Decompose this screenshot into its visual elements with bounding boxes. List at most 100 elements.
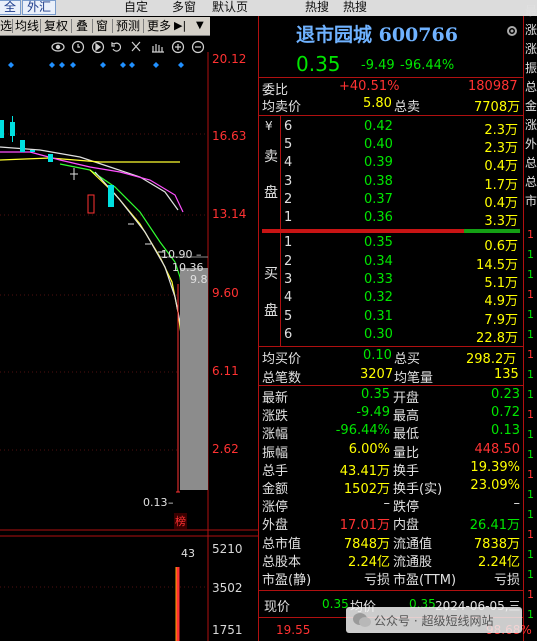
wechat-icon <box>353 613 371 627</box>
stat-value: 0.35 <box>361 387 390 402</box>
stat-label: 涨停 <box>262 500 289 516</box>
side-strip-number: 1 <box>527 328 534 341</box>
stat-label: 总市值 <box>262 536 302 552</box>
hand-icon <box>152 44 164 53</box>
level-volume: 0.6万 <box>484 239 518 254</box>
level-number: 6 <box>284 327 293 342</box>
menu-custom[interactable]: 自定 <box>124 0 148 15</box>
side-strip-number: 1 <box>527 408 534 421</box>
buy-side-label: 买 <box>264 266 278 282</box>
stat-value: 43.41万 <box>339 463 390 479</box>
event-markers <box>8 62 184 68</box>
scissors-icon <box>131 41 141 52</box>
volume-scale-tick: 3502 <box>212 581 243 595</box>
play-end-icon[interactable]: ▶| <box>174 18 186 34</box>
menu-hot-search-2[interactable]: 热搜 <box>343 0 367 15</box>
side-strip-label: 涨 <box>525 23 537 37</box>
stat-value: -96.44% <box>335 423 390 439</box>
high-label: 10.90 <box>161 248 193 261</box>
price-scale-tick: 13.14 <box>212 207 247 221</box>
avg-sell-value: 5.80 <box>363 96 392 111</box>
level-volume: 2.3万 <box>484 141 518 156</box>
tab-all[interactable]: 全 <box>0 0 22 15</box>
webi-value: +40.51% <box>339 79 400 94</box>
level-number: 5 <box>284 309 293 324</box>
chart-toolbar: 选 均线 复权 叠 窗 预测 更多 ▶| ▼ <box>0 17 210 36</box>
toolbar-forecast[interactable]: 预测 <box>116 18 140 34</box>
side-strip-number: 1 <box>527 448 534 461</box>
toolbar-separator <box>12 19 13 33</box>
avg-volume-label: 均笔量 <box>394 371 434 386</box>
menu-multi-window[interactable]: 多窗 <box>172 0 196 15</box>
toolbar-separator <box>112 19 113 33</box>
level-volume: 3.3万 <box>484 214 518 229</box>
stat-value: 亏损 <box>363 573 390 588</box>
side-strip-number: 1 <box>527 268 534 281</box>
stat-value: 19.39% <box>470 459 520 475</box>
level-price: 0.32 <box>364 290 393 305</box>
level-number: 3 <box>284 272 293 287</box>
stat-label: 流通股 <box>393 554 433 570</box>
ratio-bar-sell <box>262 229 464 233</box>
level-price: 0.33 <box>364 272 393 287</box>
stat-value: 7848万 <box>343 536 390 552</box>
level-price: 0.36 <box>364 210 393 225</box>
avg-buy-value: 0.10 <box>363 348 392 363</box>
stat-value: 0.13 <box>491 423 520 439</box>
stat-value: 1502万 <box>343 482 390 497</box>
stat-label: 跌停 <box>393 500 420 516</box>
level-number: 1 <box>284 235 293 250</box>
side-strip-number: 1 <box>527 288 534 301</box>
sell-side-label: 卖 <box>264 149 278 165</box>
chevron-down-icon[interactable]: ▼ <box>196 18 204 34</box>
menu-hot-search-1[interactable]: 热搜 <box>305 0 329 15</box>
price-scale-tick: 9.60 <box>212 286 239 300</box>
total-sell-label: 总卖 <box>394 100 421 115</box>
toolbar-more[interactable]: 更多 <box>147 18 171 34</box>
level-price: 0.42 <box>364 119 393 134</box>
toolbar-window[interactable]: 窗 <box>96 18 108 34</box>
level-price: 0.40 <box>364 137 393 152</box>
panel-divider <box>258 16 259 641</box>
price-scale-tick: 6.11 <box>212 364 239 378</box>
toolbar-ma[interactable]: 均线 <box>15 18 39 34</box>
min-label: 0.13 <box>143 496 168 509</box>
level-volume: 14.5万 <box>476 258 518 273</box>
level-number: 4 <box>284 290 293 305</box>
level-volume: 1.7万 <box>484 178 518 193</box>
tab-forex[interactable]: 外汇 <box>22 0 57 15</box>
toolbar-select[interactable]: 选 <box>0 18 12 34</box>
side-strip-number: 1 <box>527 228 534 241</box>
avg-sell-label: 均卖价 <box>262 100 302 115</box>
stat-label: 总手 <box>262 463 289 479</box>
stat-value: 448.50 <box>474 441 521 457</box>
stat-value: – <box>513 496 521 512</box>
stat-value: 17.01万 <box>339 518 390 534</box>
side-strip-label: 总 <box>525 156 537 170</box>
level-number: 5 <box>284 137 293 152</box>
level-price: 0.39 <box>364 155 393 170</box>
side-strip-label: 涨 <box>525 42 537 56</box>
dash-mark: – <box>196 248 202 261</box>
current-price: 0.35 <box>296 52 341 76</box>
menu-default-page[interactable]: 默认页 <box>212 0 248 15</box>
stat-label: 涨跌 <box>262 409 289 425</box>
stat-value: 2.24亿 <box>348 554 390 570</box>
bottom-left-value: 19.55 <box>276 623 311 637</box>
level-volume: 5.1万 <box>484 276 518 291</box>
volume-label: 43 <box>181 547 195 560</box>
yuan-icon: ¥ <box>265 119 273 133</box>
level-number: 2 <box>284 192 293 207</box>
stat-label: 换手 <box>393 463 420 479</box>
toolbar-adjust[interactable]: 复权 <box>44 18 68 34</box>
gear-icon[interactable] <box>505 24 519 38</box>
stat-label: 最低 <box>393 427 420 443</box>
total-buy-label: 总买 <box>394 352 421 367</box>
side-strip-number: 1 <box>527 468 534 481</box>
rank-badge[interactable]: 榜 <box>174 513 187 529</box>
panel-divider <box>523 16 524 641</box>
volume-scale-tick: 5210 <box>212 542 243 556</box>
level-price: 0.37 <box>364 192 393 207</box>
toolbar-overlay[interactable]: 叠 <box>76 18 88 34</box>
level-volume: 0.4万 <box>484 159 518 174</box>
